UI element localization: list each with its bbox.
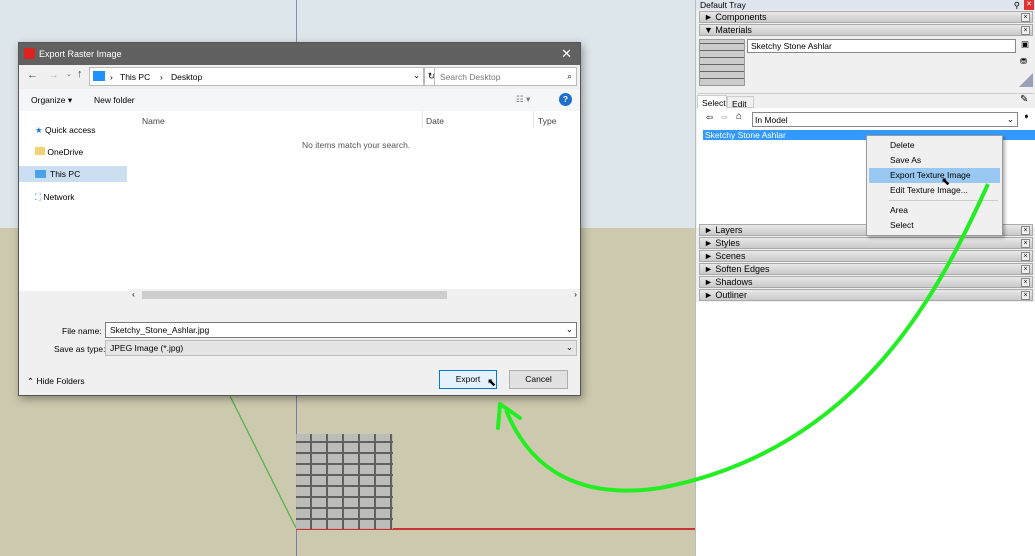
- mouse-cursor-icon: ⬉: [941, 176, 951, 188]
- mouse-cursor-icon: ⬉: [487, 377, 497, 389]
- annotation-arrow: [496, 183, 990, 493]
